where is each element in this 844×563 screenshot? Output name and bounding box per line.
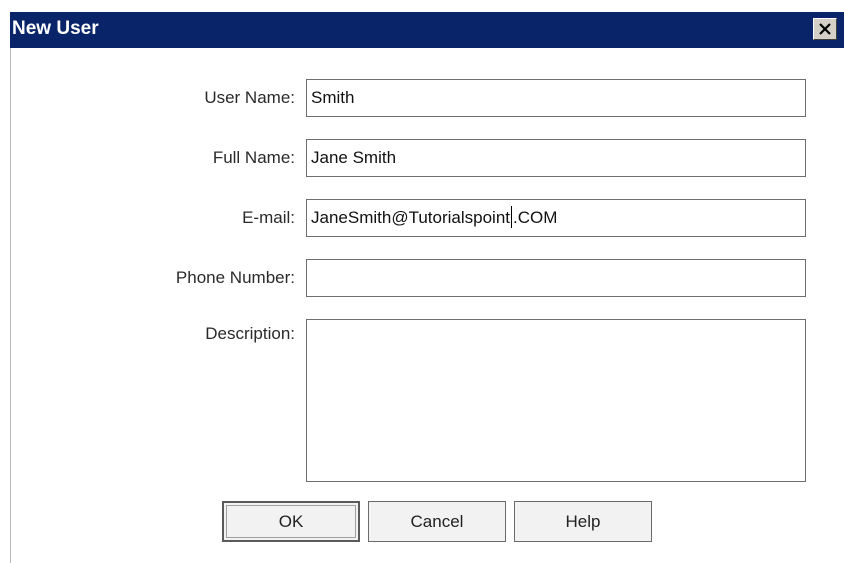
help-button[interactable]: Help [514,501,652,542]
cancel-button-label: Cancel [410,512,464,531]
cancel-button[interactable]: Cancel [368,501,506,542]
dialog-body [10,48,844,563]
description-label: Description: [205,324,295,343]
close-button[interactable] [813,18,837,40]
full-name-input[interactable]: Jane Smith [306,139,806,177]
title-bar[interactable]: New User [10,12,844,48]
user-name-input[interactable]: Smith [306,79,806,117]
email-value-after-caret: .COM [513,208,558,227]
user-name-label: User Name: [204,88,295,107]
description-textarea[interactable] [306,319,806,482]
help-button-label: Help [565,512,601,531]
email-input[interactable]: JaneSmith@Tutorialspoint .COM [306,199,806,237]
close-icon [819,23,831,35]
phone-number-input[interactable] [306,259,806,297]
new-user-dialog: New User User Name: Smith Full Name: Jan… [0,0,844,563]
ok-button[interactable]: OK [222,501,360,542]
full-name-label: Full Name: [212,148,295,167]
phone-number-label: Phone Number: [175,268,295,287]
window-title: New User [12,18,99,39]
email-value-before-caret: JaneSmith@Tutorialspoint [311,208,510,227]
email-label: E-mail: [242,208,295,227]
text-caret [511,206,512,228]
ok-button-label: OK [278,512,304,531]
